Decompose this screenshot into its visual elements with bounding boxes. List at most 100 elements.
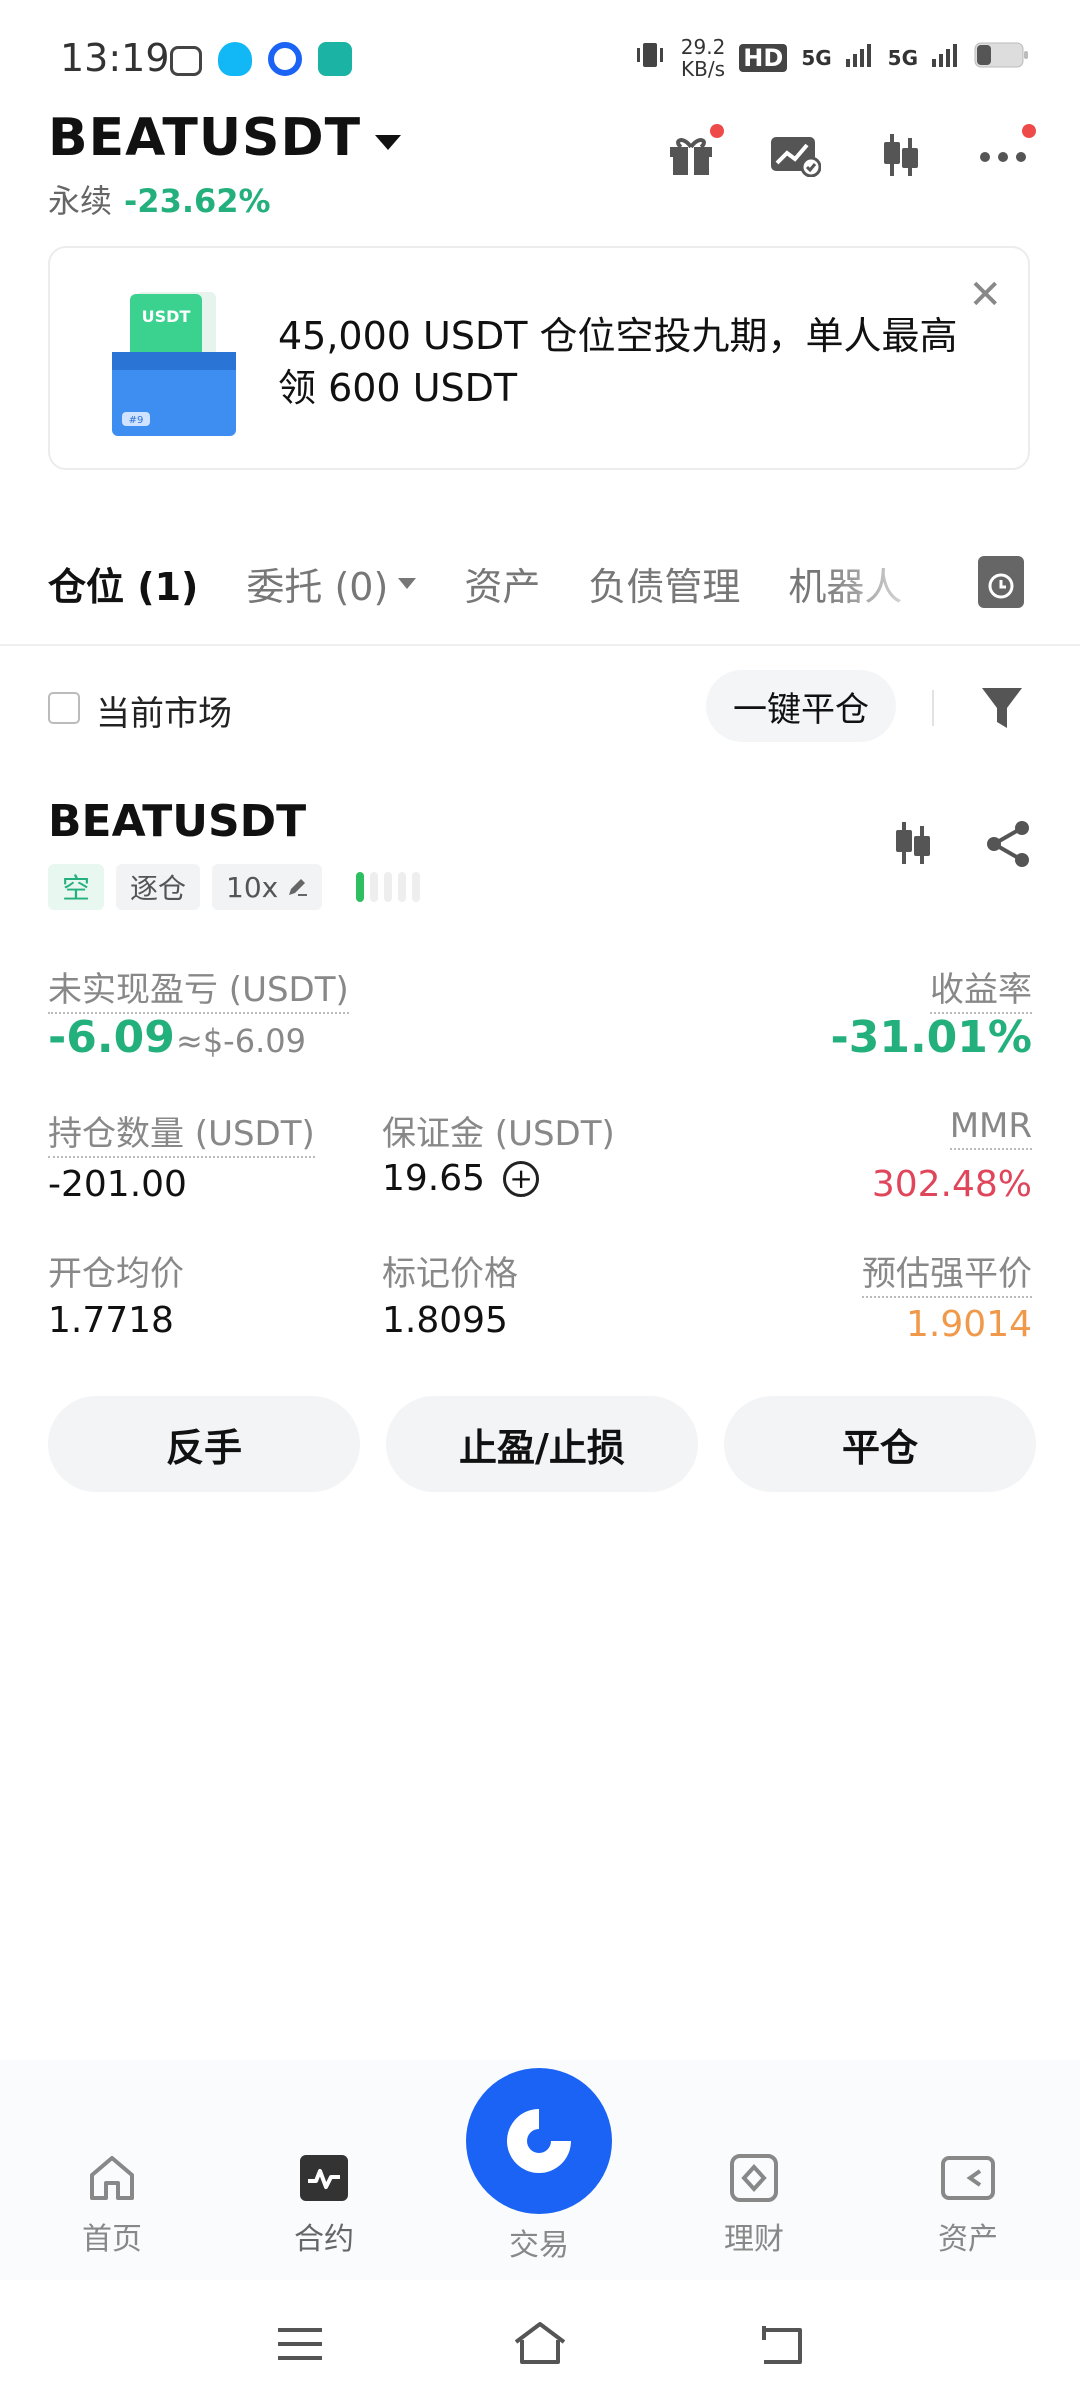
status-time: 13:19 xyxy=(60,36,170,80)
position-card-actions xyxy=(888,820,1032,872)
entry-price-label: 开仓均价 xyxy=(48,1254,184,1294)
filter-funnel-icon[interactable] xyxy=(980,684,1024,736)
promo-banner[interactable]: USDT #9 45,000 USDT 仓位空投九期，单人最高领 600 USD… xyxy=(48,246,1030,470)
more-dots-icon xyxy=(980,152,1026,162)
chart-analysis-icon xyxy=(771,137,821,177)
current-market-label: 当前市场 xyxy=(96,694,232,734)
risk-bar xyxy=(412,872,421,902)
margin-value-row: 19.65 + xyxy=(382,1158,540,1199)
qq-icon xyxy=(218,42,252,76)
liq-price-label-text: 预估强平价 xyxy=(862,1254,1032,1298)
tab-fade-overlay xyxy=(820,556,970,616)
risk-bar xyxy=(356,872,365,902)
risk-level-bars xyxy=(356,872,421,902)
close-icon[interactable]: ✕ xyxy=(968,272,1002,318)
system-nav-bar xyxy=(0,2300,1080,2400)
hd-badge: HD xyxy=(739,44,788,72)
mark-price-label: 标记价格 xyxy=(382,1254,518,1294)
close-all-button[interactable]: 一键平仓 xyxy=(706,670,896,742)
candlestick-icon xyxy=(884,134,918,176)
pair-selector[interactable]: BEATUSDT xyxy=(48,108,402,168)
close-position-button[interactable]: 平仓 xyxy=(724,1396,1036,1492)
entry-price-value: 1.7718 xyxy=(48,1300,174,1341)
share-button[interactable] xyxy=(984,820,1032,872)
qty-label[interactable]: 持仓数量 (USDT) xyxy=(48,1106,315,1158)
current-market-checkbox[interactable] xyxy=(48,692,80,724)
bilibili-icon xyxy=(170,46,202,76)
battery-icon xyxy=(974,40,1030,77)
pnl-analysis-button[interactable] xyxy=(766,130,824,180)
nav-earn[interactable]: 理财 xyxy=(684,2152,824,2258)
tab-orders[interactable]: 委托 (0) xyxy=(246,556,417,611)
candlestick-icon xyxy=(896,822,930,864)
back-icon[interactable] xyxy=(756,2322,806,2366)
tab-assets[interactable]: 资产 xyxy=(464,556,540,611)
home-icon[interactable] xyxy=(512,2320,568,2366)
side-badge: 空 xyxy=(48,864,105,910)
leverage-badge[interactable]: 10x xyxy=(212,864,323,910)
nav-assets-label: 资产 xyxy=(938,2222,998,2257)
tab-orders-label: 委托 (0) xyxy=(246,565,389,609)
nav-earn-label: 理财 xyxy=(724,2222,784,2257)
margin-value: 19.65 xyxy=(382,1158,486,1199)
net-speed-value: 29.2 xyxy=(680,35,726,59)
upnl-usd-approx: ≈$-6.09 xyxy=(176,1022,306,1060)
tab-positions[interactable]: 仓位 (1) xyxy=(48,556,198,611)
roi-label[interactable]: 收益率 xyxy=(930,962,1032,1014)
risk-bar xyxy=(398,872,407,902)
position-symbol[interactable]: BEATUSDT xyxy=(48,796,306,847)
notification-dot xyxy=(710,124,724,138)
status-app-icons xyxy=(170,42,352,76)
liq-price-label[interactable]: 预估强平价 xyxy=(862,1246,1032,1298)
edit-pencil-icon xyxy=(289,879,308,896)
more-button[interactable] xyxy=(974,124,1036,180)
reverse-button[interactable]: 反手 xyxy=(48,1396,360,1492)
nav-trade-button[interactable] xyxy=(466,2068,612,2214)
pair-title: BEATUSDT xyxy=(48,108,362,168)
signal-5g-2: 5G xyxy=(887,46,918,70)
home-icon xyxy=(84,2152,140,2204)
nav-futures[interactable]: 合约 xyxy=(254,2152,394,2258)
nav-futures-label: 合约 xyxy=(294,2222,354,2257)
kline-button[interactable] xyxy=(870,130,928,180)
mmr-label[interactable]: MMR xyxy=(949,1106,1032,1150)
margin-label: 保证金 (USDT) xyxy=(382,1114,615,1154)
nav-assets[interactable]: 资产 xyxy=(898,2152,1038,2258)
upnl-label[interactable]: 未实现盈亏 (USDT) xyxy=(48,962,349,1014)
nav-trade-label: 交易 xyxy=(509,2228,569,2263)
exchange-logo-icon xyxy=(507,2109,573,2173)
art-label: USDT xyxy=(142,307,191,326)
contract-type: 永续 xyxy=(48,182,113,220)
banner-text: 45,000 USDT 仓位空投九期，单人最高领 600 USDT xyxy=(278,314,958,410)
contract-info: 永续 -23.62% xyxy=(48,176,271,222)
nav-home[interactable]: 首页 xyxy=(42,2152,182,2258)
gift-button[interactable] xyxy=(662,124,724,180)
nav-home-label: 首页 xyxy=(82,2222,142,2257)
net-speed-unit: KB/s xyxy=(681,57,726,81)
position-tabs: 仓位 (1) 委托 (0) 资产 负债管理 机器人 xyxy=(48,556,902,611)
earn-icon xyxy=(726,2152,782,2204)
signal-bars-2-icon xyxy=(932,43,960,74)
chevron-down-icon xyxy=(398,578,417,589)
airdrop-box-icon: USDT #9 xyxy=(112,292,236,436)
margin-mode-badge: 逐仓 xyxy=(116,864,201,910)
status-indicators: 29.2 KB/s HD 5G 5G xyxy=(633,36,1030,80)
position-tags: 空 逐仓 10x xyxy=(48,864,421,910)
tp-sl-button[interactable]: 止盈/止损 xyxy=(386,1396,698,1492)
notification-dot xyxy=(1022,124,1036,138)
share-icon xyxy=(987,821,1029,867)
qty-label-text: 持仓数量 (USDT) xyxy=(48,1114,315,1158)
history-doc-icon[interactable] xyxy=(978,556,1024,608)
menu-icon[interactable] xyxy=(276,2324,324,2364)
kline-button[interactable] xyxy=(888,820,934,872)
signal-5g-1: 5G xyxy=(801,46,832,70)
add-margin-plus-icon[interactable]: + xyxy=(503,1160,540,1197)
tab-debt-management[interactable]: 负债管理 xyxy=(588,556,740,611)
art-badge: #9 xyxy=(129,415,144,426)
upnl-label-text: 未实现盈亏 (USDT) xyxy=(48,970,349,1014)
divider xyxy=(932,690,934,726)
roi-label-text: 收益率 xyxy=(930,970,1032,1014)
header-actions xyxy=(662,124,1036,180)
wallet-icon xyxy=(940,2152,996,2204)
change-percent: -23.62% xyxy=(124,182,271,220)
